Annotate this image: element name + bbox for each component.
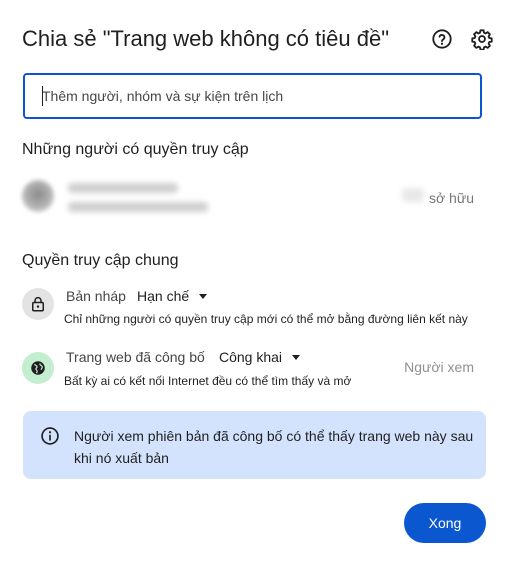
access-row-published: Trang web đã công bố Công khai Bất kỳ ai…	[22, 349, 492, 393]
redacted-chip	[402, 188, 424, 202]
published-access-value: Công khai	[219, 349, 283, 365]
gear-icon[interactable]	[471, 28, 493, 50]
published-label: Trang web đã công bố	[66, 349, 205, 365]
lock-icon	[22, 288, 54, 320]
avatar	[22, 180, 54, 212]
dialog-title: Chia sẻ "Trang web không có tiêu đề"	[22, 26, 390, 51]
draft-description: Chỉ những người có quyền truy cập mới có…	[64, 312, 468, 326]
owner-role-label: sở hữu	[428, 190, 474, 206]
text-cursor	[42, 86, 43, 106]
published-description: Bất kỳ ai có kết nối Internet đều có thể…	[64, 374, 352, 388]
general-access-heading: Quyền truy cập chung	[22, 252, 179, 269]
access-row-draft: Bản nháp Hạn chế Chỉ những người có quyề…	[22, 288, 492, 332]
person-email-redacted	[68, 202, 208, 212]
dropdown-arrow-icon	[292, 354, 301, 360]
info-banner-text: Người xem phiên bản đã công bố có thể th…	[74, 428, 474, 466]
draft-access-value: Hạn chế	[137, 288, 190, 304]
published-role-label: Người xem	[404, 359, 474, 375]
done-button[interactable]: Xong	[404, 503, 486, 543]
globe-icon	[22, 352, 54, 384]
person-row-owner: sở hữu	[22, 178, 482, 218]
draft-access-dropdown[interactable]: Hạn chế	[137, 288, 208, 304]
share-dialog: Chia sẻ "Trang web không có tiêu đề" Nhữ…	[0, 0, 505, 561]
info-icon	[40, 426, 60, 446]
add-people-input[interactable]	[25, 75, 480, 117]
draft-label: Bản nháp	[66, 288, 126, 304]
dropdown-arrow-icon	[199, 293, 208, 299]
info-banner: Người xem phiên bản đã công bố có thể th…	[23, 411, 486, 479]
published-access-dropdown[interactable]: Công khai	[219, 349, 301, 365]
share-input-container	[23, 73, 482, 119]
help-circle-icon[interactable]	[431, 28, 453, 50]
person-name-redacted	[68, 183, 178, 193]
people-with-access-heading: Những người có quyền truy cập	[22, 141, 249, 158]
